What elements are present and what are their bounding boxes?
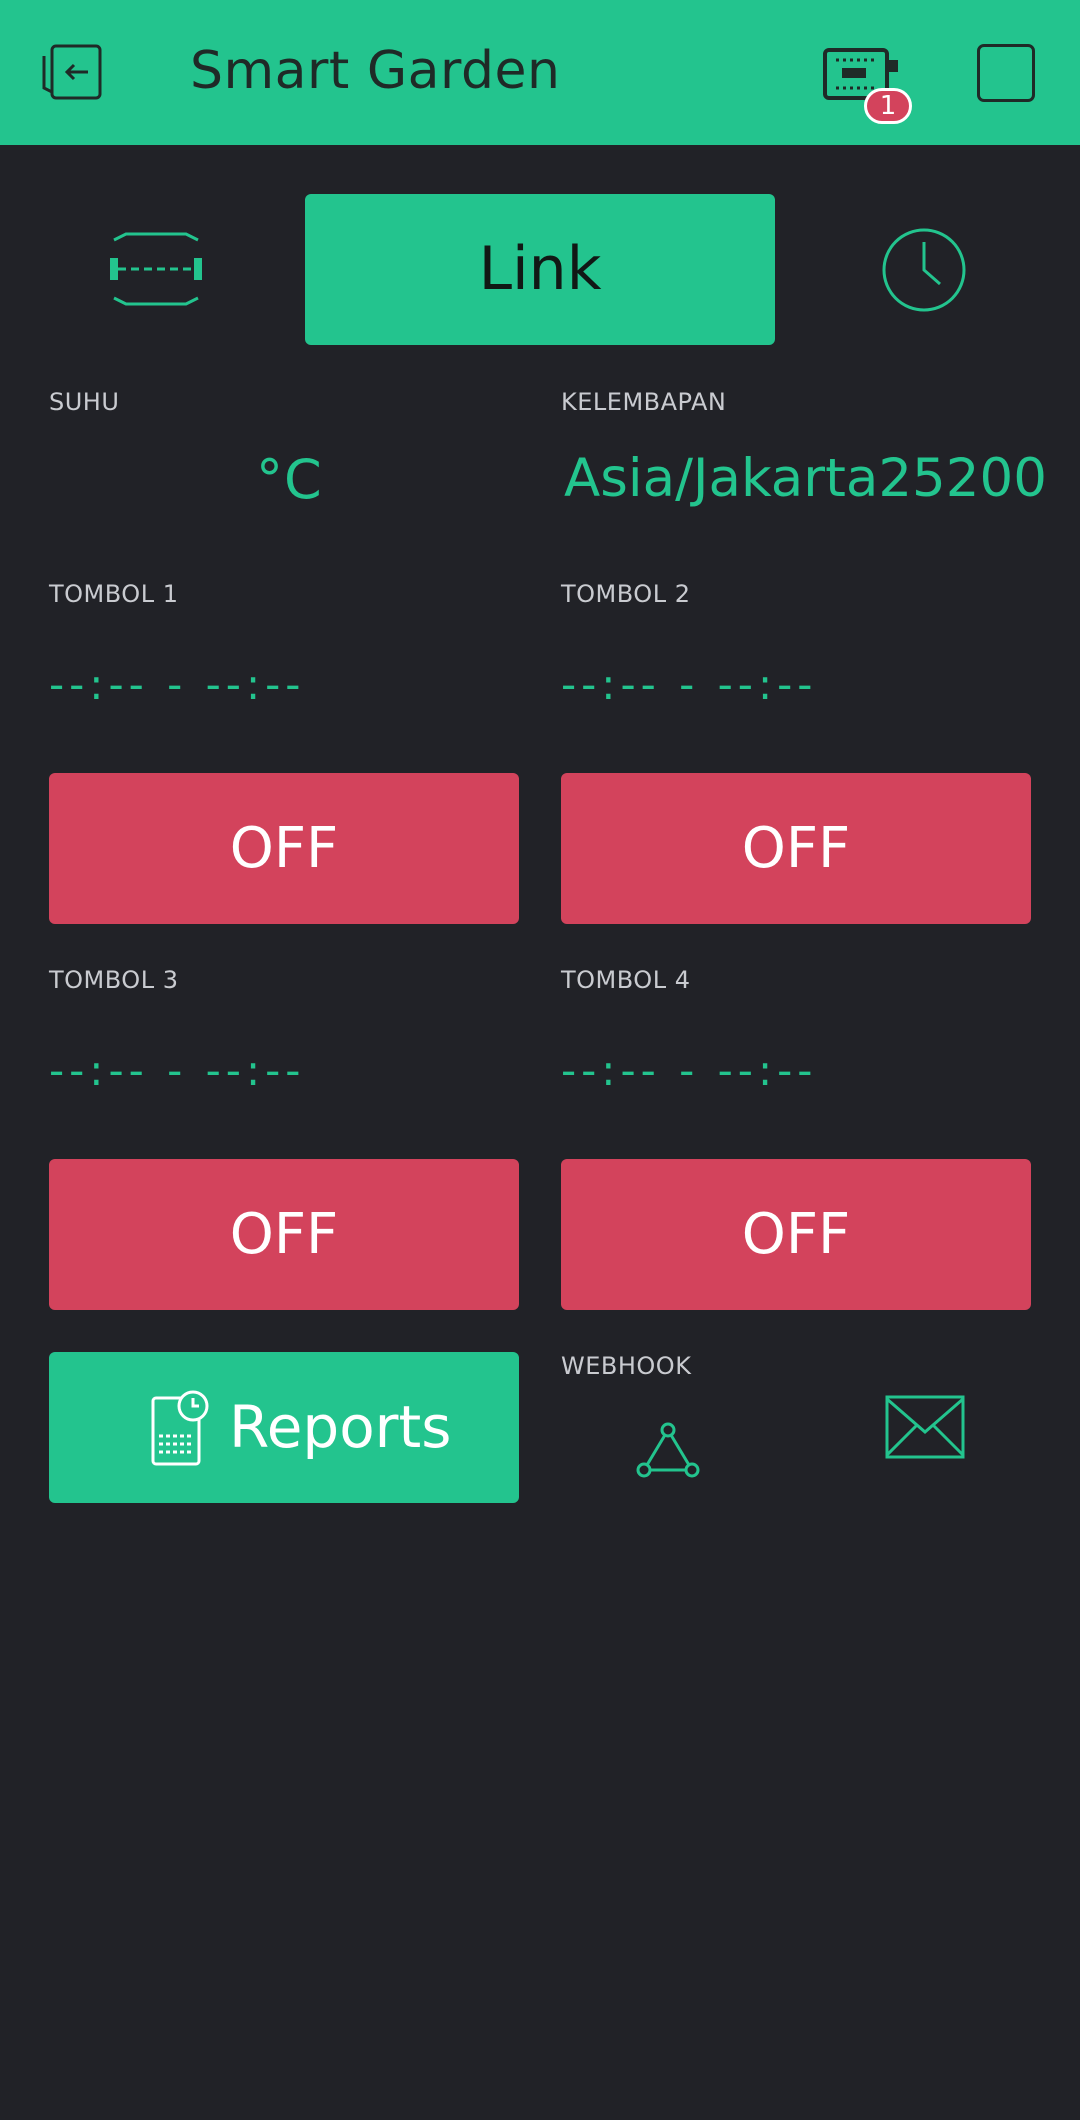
tombol-2-time[interactable]: --:-- - --:-- (561, 660, 817, 709)
tombol-3-time[interactable]: --:-- - --:-- (49, 1046, 305, 1095)
clock-icon[interactable] (880, 226, 968, 314)
tombol-2-button[interactable]: OFF (561, 773, 1031, 924)
tombol-3-label: TOMBOL 3 (49, 966, 179, 994)
tombol-4-label: TOMBOL 4 (561, 966, 691, 994)
tombol-3-button[interactable]: OFF (49, 1159, 519, 1310)
reports-icon (149, 1388, 209, 1468)
webhook-icon[interactable] (636, 1420, 700, 1480)
top-bar: Smart Garden 1 (0, 0, 1080, 145)
webhook-label: WEBHOOK (561, 1352, 692, 1380)
kelembapan-label: KELEMBAPAN (561, 388, 727, 416)
back-icon[interactable] (40, 42, 106, 102)
reports-button[interactable]: Reports (49, 1352, 519, 1503)
app-title: Smart Garden (190, 41, 561, 101)
mail-icon[interactable] (884, 1394, 966, 1460)
bridge-icon[interactable] (108, 232, 204, 306)
tombol-4-button[interactable]: OFF (561, 1159, 1031, 1310)
notification-badge: 1 (864, 88, 912, 124)
suhu-value: °C (256, 448, 323, 511)
kelembapan-value: Asia/Jakarta25200 (564, 448, 1047, 509)
tombol-4-time[interactable]: --:-- - --:-- (561, 1046, 817, 1095)
stop-icon[interactable] (977, 44, 1035, 102)
tombol-1-time[interactable]: --:-- - --:-- (49, 660, 305, 709)
suhu-label: SUHU (49, 388, 120, 416)
tombol-1-button[interactable]: OFF (49, 773, 519, 924)
tombol-2-label: TOMBOL 2 (561, 580, 691, 608)
link-button[interactable]: Link (305, 194, 775, 345)
reports-label: Reports (229, 1393, 452, 1461)
tombol-1-label: TOMBOL 1 (49, 580, 179, 608)
